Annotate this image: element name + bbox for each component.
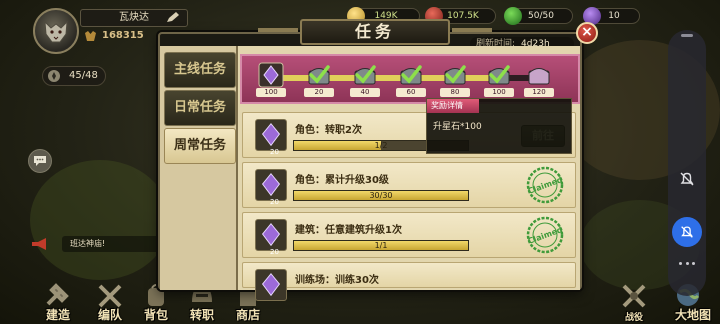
- milestone-chest-reward[interactable]: [352, 62, 378, 88]
- chest-icon: [444, 65, 466, 85]
- claimed-label: Claimed: [527, 175, 564, 196]
- quest-title: 训练场：训练30次: [295, 275, 379, 286]
- power-icon: [85, 31, 96, 41]
- milestone-value: 40: [350, 88, 380, 97]
- tab-weekly-quests[interactable]: 周常任务: [164, 128, 236, 164]
- chest-icon: [354, 65, 376, 85]
- milestone-value: 120: [524, 88, 554, 97]
- star-stone-icon: [261, 173, 281, 197]
- milestone-value: 100: [256, 88, 286, 97]
- quest-reward-count: 20: [270, 198, 279, 206]
- milestone-value: 100: [484, 88, 514, 97]
- milestone-chest-reward[interactable]: [306, 62, 332, 88]
- nav-bag-label: 背包: [143, 308, 168, 322]
- tab-main-quests[interactable]: 主线任务: [164, 52, 236, 88]
- nav-class-change-label: 转职: [189, 308, 214, 322]
- chest-icon: [400, 65, 422, 85]
- notification-fab[interactable]: [672, 217, 702, 247]
- quest-reward-icon: [255, 269, 287, 301]
- crossed-axes-icon: [622, 284, 646, 308]
- milestone-chest-reward[interactable]: [398, 62, 424, 88]
- combat-power: 168315: [84, 28, 144, 44]
- milestone-chest-reward[interactable]: [526, 62, 552, 88]
- gem-value: 10: [608, 11, 620, 21]
- chest-icon: [308, 65, 330, 85]
- combat-power-value: 168315: [102, 30, 144, 41]
- bell-off-icon: [680, 172, 694, 186]
- claimed-stamp-icon: Claimed: [527, 216, 564, 254]
- nav-team[interactable]: 编队: [88, 280, 132, 324]
- quest-reward-icon: 20: [255, 119, 287, 156]
- food-value: 107.5K: [447, 11, 479, 21]
- chest-icon: [488, 65, 510, 85]
- milestone-value: 20: [304, 88, 334, 97]
- mute-notifications-button[interactable]: [674, 166, 700, 192]
- nav-build[interactable]: 建造: [36, 280, 80, 324]
- chest-icon: [528, 68, 550, 85]
- stamina-counter[interactable]: 50/50: [504, 7, 573, 25]
- reward-details-tooltip: 奖励详情 升星石*100: [426, 98, 572, 154]
- nav-campaign[interactable]: 战役: [612, 280, 656, 324]
- gem-counter[interactable]: 10: [583, 7, 640, 25]
- quest-row: 训练场：训练30次: [242, 262, 576, 301]
- quest-row: 20 建筑：任意建筑升级1次 1/1 Claimed: [242, 212, 576, 258]
- quest-title: 角色：转职2次: [295, 125, 362, 136]
- nav-campaign-label: 战役: [624, 313, 643, 323]
- tooltip-header: 奖励详情: [427, 99, 479, 113]
- floating-toolbar: [668, 30, 706, 296]
- quest-reward-icon: 20: [255, 169, 287, 206]
- milestone-chest-reward[interactable]: [442, 62, 468, 88]
- star-stone-icon: [261, 123, 281, 147]
- milestone-value: 60: [396, 88, 426, 97]
- terrain-decoration: [30, 160, 170, 280]
- lightning-icon: [504, 7, 522, 25]
- quest-progress-text: 1/1: [374, 241, 388, 250]
- star-stone-icon: [261, 223, 281, 247]
- star-stone-icon: [261, 273, 281, 297]
- quest-title: 角色：累计升级30级: [295, 175, 389, 186]
- milestone-value: 80: [440, 88, 470, 97]
- chat-button[interactable]: [28, 149, 52, 173]
- close-button[interactable]: ×: [576, 22, 598, 44]
- energy-icon: [48, 70, 60, 82]
- milestone-chest-reward[interactable]: [486, 62, 512, 88]
- tab-daily-quests[interactable]: 日常任务: [164, 90, 236, 126]
- claimed-stamp-icon: Claimed: [527, 166, 564, 204]
- rename-icon[interactable]: [166, 11, 180, 24]
- energy-counter[interactable]: 45/48: [42, 66, 106, 86]
- energy-value: 45/48: [69, 70, 98, 81]
- nav-build-label: 建造: [45, 308, 70, 322]
- nav-team-label: 编队: [97, 308, 122, 322]
- quest-reward-icon: 20: [255, 219, 287, 256]
- quest-progress-bar: 30/30: [293, 190, 469, 201]
- milestone-gem-reward[interactable]: [258, 62, 284, 88]
- quest-reward-count: 20: [270, 148, 279, 156]
- dialog-title: 任务: [300, 19, 450, 45]
- title-flourish: [258, 28, 298, 32]
- bell-off-icon: [681, 226, 693, 238]
- quest-row: 20 角色：累计升级30级 30/30 Claimed: [242, 162, 576, 208]
- claimed-label: Claimed: [527, 225, 564, 246]
- chat-bubble-icon: [34, 156, 46, 166]
- toolbar-handle[interactable]: [681, 34, 693, 37]
- stamina-value: 50/50: [528, 11, 554, 21]
- nav-shop-label: 商店: [235, 308, 260, 322]
- quest-progress-text: 30/30: [369, 191, 393, 200]
- quest-reward-count: 20: [270, 248, 279, 256]
- tooltip-body: 升星石*100: [433, 122, 482, 132]
- more-options-icon[interactable]: [679, 262, 695, 266]
- horn-icon: [32, 238, 46, 250]
- quest-progress-bar: 1/1: [293, 240, 469, 251]
- quest-title: 建筑：任意建筑升级1次: [295, 225, 402, 236]
- star-stone-icon: [258, 62, 284, 88]
- player-avatar[interactable]: [33, 8, 79, 54]
- nav-world-map-label: 大地图: [674, 308, 711, 322]
- wolf-portrait-icon: [44, 20, 68, 43]
- title-flourish: [452, 28, 492, 32]
